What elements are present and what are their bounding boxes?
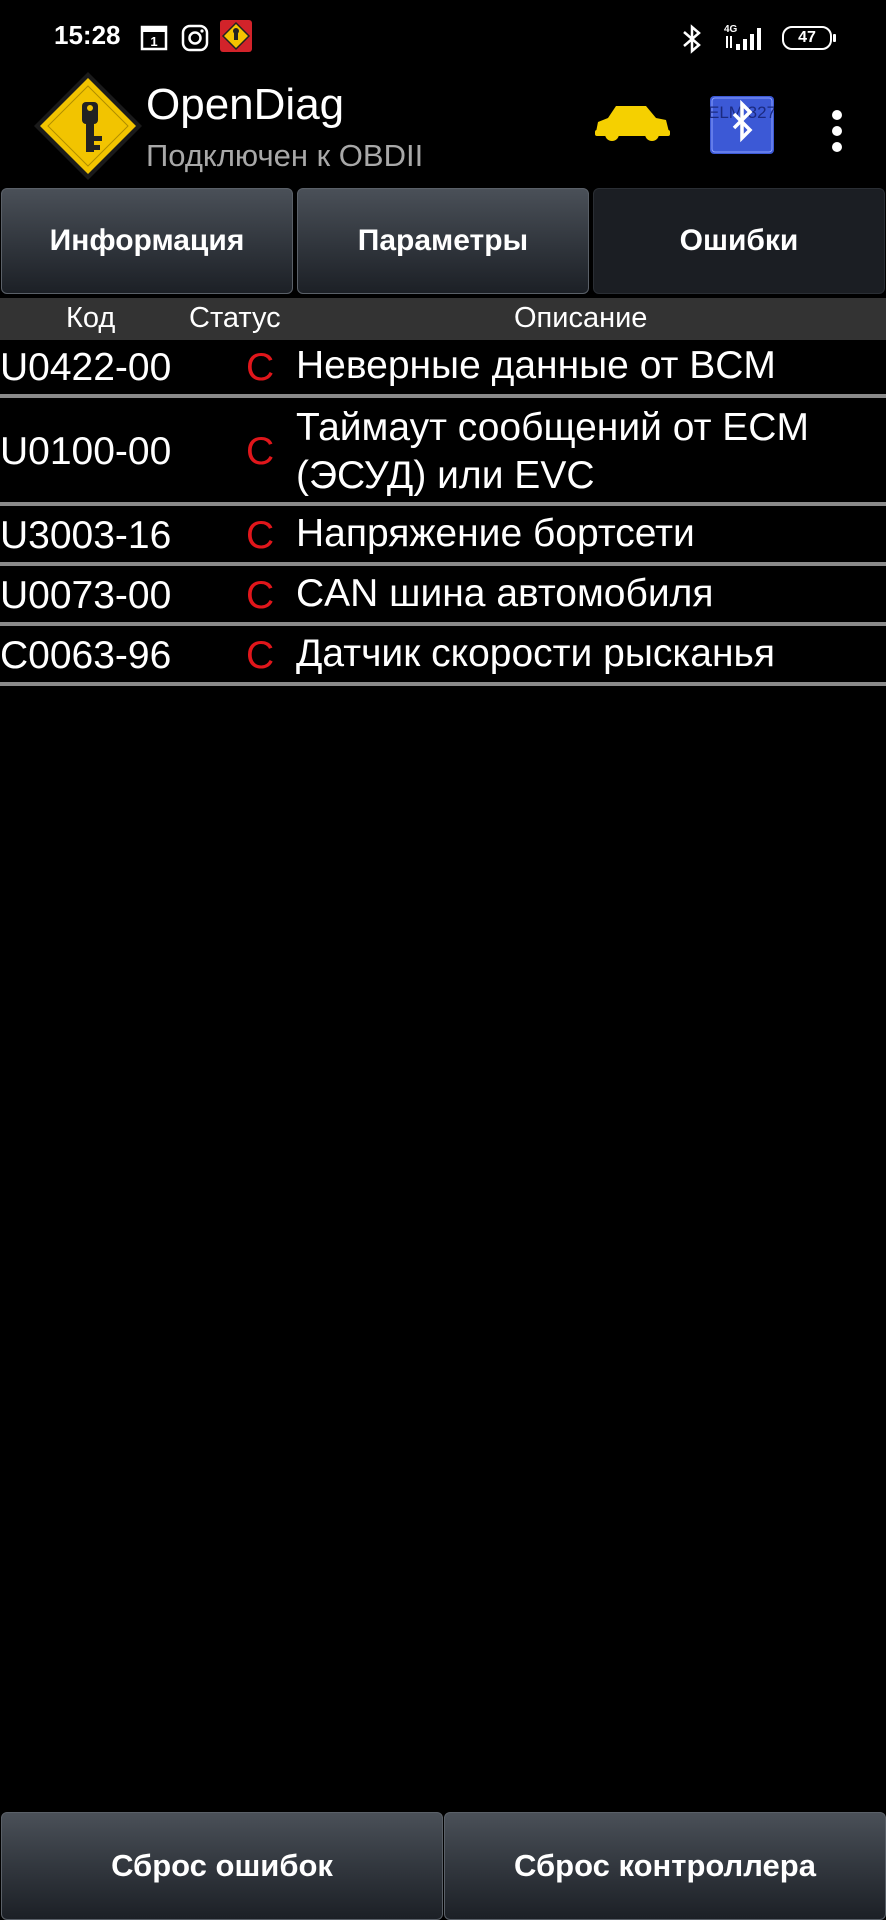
connection-status: Подключен к OBDII [146, 138, 424, 173]
table-row[interactable]: U3003-16 C Напряжение бортсети [0, 506, 886, 566]
elm327-bluetooth-icon[interactable]: ELM 327 [708, 96, 776, 159]
error-status: C [246, 514, 275, 557]
error-description: Таймаут сообщений от ECM (ЭСУД) или EVC [296, 406, 809, 497]
reset-errors-button[interactable]: Сброс ошибок [1, 1812, 443, 1920]
table-row[interactable]: U0073-00 C CAN шина автомобиля [0, 566, 886, 626]
header-status: Статус [189, 302, 281, 334]
error-code: U0100-00 [0, 430, 172, 473]
opendiag-notification-icon [220, 20, 252, 57]
battery-icon: 47 [782, 26, 836, 50]
errors-list: U0422-00 C Неверные данные от BCM U0100-… [0, 340, 886, 686]
error-description: Датчик скорости рысканья [296, 632, 775, 675]
error-description: Неверные данные от BCM [296, 344, 776, 387]
app-bar: OpenDiag Подключен к OBDII ELM 327 [0, 70, 886, 186]
status-bar: 15:28 1 4G 47 [0, 0, 886, 76]
bluetooth-icon [680, 24, 704, 59]
error-code: C0063-96 [0, 634, 172, 677]
status-time: 15:28 [54, 20, 121, 50]
calendar-icon: 1 [140, 24, 168, 57]
error-status: C [246, 430, 275, 473]
overflow-menu-icon[interactable] [818, 102, 858, 162]
app-title: OpenDiag [146, 80, 345, 129]
tab-bar: Информация Параметры Ошибки [0, 188, 886, 296]
table-row[interactable]: U0422-00 C Неверные данные от BCM [0, 340, 886, 398]
error-code: U3003-16 [0, 514, 172, 557]
errors-table-header: Код Статус Описание [0, 298, 886, 340]
network-type-text: 4G [724, 24, 738, 35]
error-description: Напряжение бортсети [296, 512, 695, 555]
calendar-day-text: 1 [150, 34, 157, 49]
instagram-icon [181, 24, 209, 57]
reset-controller-button[interactable]: Сброс контроллера [444, 1812, 886, 1920]
tab-errors[interactable]: Ошибки [593, 188, 885, 294]
opendiag-logo-icon [32, 70, 144, 187]
error-status: C [246, 574, 275, 617]
car-icon[interactable] [592, 102, 672, 153]
error-description: CAN шина автомобиля [296, 572, 714, 615]
table-row[interactable]: U0100-00 C Таймаут сообщений от ECM (ЭСУ… [0, 398, 886, 506]
error-status: C [246, 346, 275, 389]
header-code: Код [66, 302, 116, 334]
error-code: U0422-00 [0, 346, 172, 389]
tab-parameters[interactable]: Параметры [297, 188, 589, 294]
error-status: C [246, 634, 275, 677]
header-description: Описание [514, 302, 648, 334]
signal-icon: 4G [722, 22, 770, 57]
error-code: U0073-00 [0, 574, 172, 617]
table-row[interactable]: C0063-96 C Датчик скорости рысканья [0, 626, 886, 686]
tab-information[interactable]: Информация [1, 188, 293, 294]
